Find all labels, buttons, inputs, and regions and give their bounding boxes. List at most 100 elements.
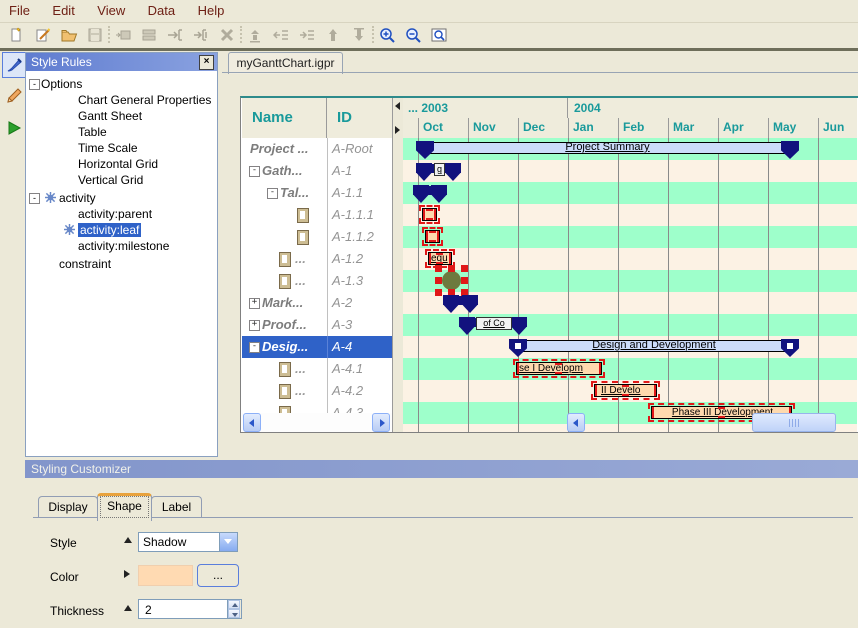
leaf-bar-phase2-selected[interactable]: II Develo <box>594 384 657 397</box>
menu-data[interactable]: Data <box>139 0 184 18</box>
zoom-window-icon[interactable] <box>428 25 450 45</box>
tree-item-activity-parent[interactable]: activity:parent <box>78 207 152 222</box>
splitter-right-icon[interactable] <box>395 126 400 134</box>
expand-toggle-icon[interactable]: + <box>249 320 260 331</box>
tab-display[interactable]: Display <box>38 496 98 518</box>
open-folder-icon[interactable] <box>58 25 80 45</box>
selection-handle[interactable] <box>436 252 443 255</box>
column-header-id[interactable]: ID <box>337 98 352 138</box>
selection-handle[interactable] <box>426 218 433 221</box>
table-row[interactable]: + Proof... A-3 <box>242 314 392 337</box>
tree-item-activity-leaf[interactable]: activity:leaf <box>78 223 141 238</box>
selection-handle[interactable] <box>428 262 431 265</box>
outdent-icon[interactable] <box>270 25 292 45</box>
table-row[interactable]: A-1.1.2 <box>242 226 392 249</box>
selection-handle[interactable] <box>555 362 562 365</box>
chevron-down-icon[interactable] <box>219 533 237 551</box>
edit-pencil-icon[interactable] <box>2 84 26 108</box>
style-wizard-icon[interactable] <box>32 25 54 45</box>
color-browse-button[interactable]: ... <box>197 564 239 587</box>
selection-handle[interactable] <box>434 218 437 221</box>
timescale-months[interactable]: Oct Nov Dec Jan Feb Mar Apr May Jun <box>403 118 857 139</box>
selection-handle[interactable] <box>622 384 629 387</box>
summary-bar-project[interactable]: Project Summary <box>416 138 799 160</box>
selection-handle[interactable] <box>516 372 519 375</box>
expand-toggle-icon[interactable]: - <box>29 193 40 204</box>
collapse-toggle-icon[interactable]: - <box>267 188 278 199</box>
move-up-icon[interactable] <box>322 25 344 45</box>
table-row[interactable]: - Tal... A-1.1 <box>242 182 392 205</box>
leaf-bar-selected[interactable] <box>422 208 437 221</box>
close-icon[interactable]: × <box>199 55 214 70</box>
collapsed-parent-bar-proof[interactable]: of Co <box>459 314 527 336</box>
selection-handle[interactable] <box>599 372 602 375</box>
expand-toggle-icon[interactable]: - <box>29 79 40 90</box>
table-row[interactable]: ... A-1.3 <box>242 270 392 293</box>
tree-item-time-scale[interactable]: Time Scale <box>78 141 138 156</box>
style-select[interactable]: Shadow <box>138 532 238 552</box>
scrollbar-thumb[interactable] <box>752 413 836 432</box>
selection-handle[interactable] <box>429 240 436 243</box>
selection-handle[interactable] <box>555 372 562 375</box>
styling-customizer-titlebar[interactable]: Styling Customizer <box>25 460 858 478</box>
tab-label[interactable]: Label <box>151 496 202 518</box>
leaf-bar-selected[interactable] <box>425 230 440 243</box>
leaf-bar-selected[interactable]: equ <box>428 252 452 265</box>
tab-shape[interactable]: Shape <box>97 493 152 521</box>
selection-handle[interactable] <box>425 233 428 240</box>
link-start-icon[interactable] <box>164 25 186 45</box>
tree-item-chart-general-properties[interactable]: Chart General Properties <box>78 93 211 108</box>
table-row[interactable]: ... A-4.1 <box>242 358 392 381</box>
selection-handle[interactable] <box>449 255 452 262</box>
table-scrollbar[interactable] <box>242 413 392 432</box>
table-row[interactable]: Project ... A-Root <box>242 138 392 161</box>
expand-toggle-icon[interactable]: + <box>249 298 260 309</box>
tree-item-activity-milestone[interactable]: activity:milestone <box>78 239 169 254</box>
menu-edit[interactable]: Edit <box>43 0 83 18</box>
delete-icon[interactable] <box>216 25 238 45</box>
selection-handle[interactable] <box>516 365 519 372</box>
collapsed-parent-bar-gather[interactable]: g <box>416 160 461 182</box>
menu-file[interactable]: File <box>0 0 39 18</box>
move-down-icon[interactable] <box>348 25 370 45</box>
selection-handle[interactable] <box>437 240 440 243</box>
selection-handle[interactable] <box>422 211 425 218</box>
selection-handle[interactable] <box>461 265 468 272</box>
selection-handle[interactable] <box>594 387 597 394</box>
leaf-bar-phase1-selected[interactable]: se I Developm <box>516 362 602 375</box>
selection-handle[interactable] <box>434 211 437 218</box>
selection-handle[interactable] <box>718 406 725 409</box>
selection-handle[interactable] <box>429 230 436 233</box>
link-end-icon[interactable] <box>190 25 212 45</box>
summary-bar-design[interactable]: Design and Development <box>509 336 799 358</box>
selection-handle[interactable] <box>461 277 468 284</box>
table-row[interactable]: - Gath... A-1 <box>242 160 392 183</box>
zoom-in-icon[interactable] <box>376 25 398 45</box>
tree-item-table[interactable]: Table <box>78 125 107 140</box>
tree-item-constraint[interactable]: constraint <box>59 257 111 272</box>
selection-handle[interactable] <box>448 265 455 272</box>
save-icon[interactable] <box>84 25 106 45</box>
timescale-years[interactable]: ... 2003 2004 <box>403 98 857 119</box>
table-row[interactable]: A-1.1.1 <box>242 204 392 227</box>
chart-scrollbar[interactable] <box>566 413 857 432</box>
spinner-down-icon[interactable] <box>228 609 240 618</box>
promote-icon[interactable] <box>244 25 266 45</box>
tree-item-activity[interactable]: - activity <box>59 191 96 206</box>
selection-handle[interactable] <box>426 208 433 211</box>
color-swatch[interactable] <box>138 565 193 586</box>
insert-activities-icon[interactable] <box>138 25 160 45</box>
selection-handle[interactable] <box>654 394 657 397</box>
collapsed-parent-bar-talk[interactable] <box>413 182 447 204</box>
tree-item-vertical-grid[interactable]: Vertical Grid <box>78 173 143 188</box>
style-rules-titlebar[interactable]: Style Rules <box>26 53 217 71</box>
column-header-name[interactable]: Name <box>252 98 293 138</box>
column-divider[interactable] <box>326 98 327 138</box>
leaf-shape-selected[interactable] <box>440 270 463 291</box>
scroll-left-icon[interactable] <box>243 413 261 432</box>
menu-view[interactable]: View <box>88 0 134 18</box>
splitter-left-icon[interactable] <box>395 102 400 110</box>
table-row[interactable]: ... A-4.2 <box>242 380 392 403</box>
collapse-toggle-icon[interactable]: - <box>249 342 260 353</box>
scroll-left-icon[interactable] <box>567 413 585 432</box>
